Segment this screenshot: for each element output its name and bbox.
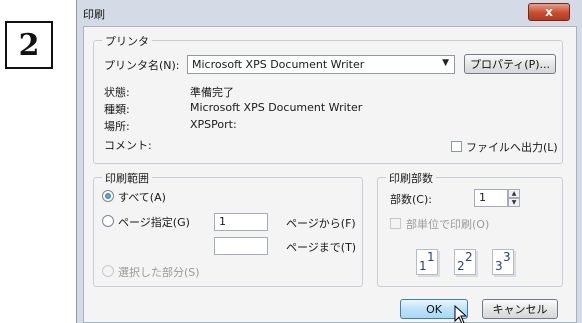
- type-label: 種類:: [104, 103, 130, 116]
- mouse-pointer-icon: [454, 305, 468, 323]
- print-range-group-title: 印刷範囲: [102, 170, 152, 186]
- print-to-file-label[interactable]: ファイルへ出力(L): [466, 139, 558, 155]
- printer-name-label: プリンタ名(N):: [104, 59, 180, 72]
- print-range-group: 印刷範囲 すべて(A) ページ指定(G) 1 ページから(F) ページまで(T)…: [93, 170, 363, 287]
- chevron-down-icon: ▼: [442, 58, 449, 68]
- copies-group-title: 印刷部数: [386, 170, 436, 186]
- status-label: 状態:: [104, 86, 130, 99]
- collate-page-3b: 3: [503, 250, 511, 264]
- copies-group: 印刷部数 部数(C): 1 ▲ ▼ 部単位で印刷(O) 1 1 2 2 3 3: [377, 170, 563, 287]
- printer-group: プリンタ プリンタ名(N): Microsoft XPS Document Wr…: [93, 33, 563, 164]
- collate-page-set-1: 1 1: [416, 249, 438, 275]
- step-number-badge: 2: [5, 21, 53, 69]
- step-number: 2: [18, 27, 40, 63]
- comment-label: コメント:: [104, 139, 152, 152]
- ok-button-label: OK: [426, 302, 442, 316]
- location-value: XPSPort:: [190, 118, 237, 131]
- copies-count-label: 部数(C):: [390, 193, 432, 206]
- range-pages-radio[interactable]: [102, 215, 114, 227]
- collate-label[interactable]: 部単位で印刷(O): [406, 216, 489, 232]
- to-page-suffix: ページまで(T): [286, 241, 357, 254]
- dialog-client-area: プリンタ プリンタ名(N): Microsoft XPS Document Wr…: [83, 26, 577, 323]
- close-icon: x: [545, 5, 553, 19]
- from-page-input[interactable]: 1: [214, 213, 268, 231]
- properties-button[interactable]: プロパティ(P)...: [464, 54, 556, 74]
- range-all-label[interactable]: すべて(A): [118, 189, 166, 205]
- collate-page-3a: 3: [495, 259, 503, 273]
- collate-page-set-2: 2 2: [454, 249, 476, 275]
- range-all-radio[interactable]: [102, 190, 114, 202]
- to-page-input[interactable]: [214, 237, 268, 255]
- range-selection-label[interactable]: 選択した部分(S): [118, 264, 200, 280]
- cancel-button-label: キャンセル: [492, 303, 548, 316]
- spin-up-icon[interactable]: ▲: [508, 189, 520, 198]
- location-label: 場所:: [104, 120, 130, 133]
- status-value: 準備完了: [190, 86, 234, 99]
- properties-button-label: プロパティ(P)...: [469, 58, 551, 71]
- print-to-file-checkbox[interactable]: [451, 141, 462, 152]
- printer-group-title: プリンタ: [102, 33, 152, 49]
- collate-page-1b: 1: [427, 250, 435, 264]
- spin-down-icon[interactable]: ▼: [508, 198, 520, 207]
- cancel-button[interactable]: キャンセル: [482, 299, 558, 319]
- collate-page-1a: 1: [419, 259, 427, 273]
- copies-count-input[interactable]: 1: [474, 189, 508, 207]
- print-dialog: 印刷 x プリンタ プリンタ名(N): Microsoft XPS Docume…: [76, 0, 582, 323]
- printer-name-select[interactable]: Microsoft XPS Document Writer ▼: [187, 55, 455, 74]
- range-pages-label[interactable]: ページ指定(G): [118, 214, 190, 230]
- close-button[interactable]: x: [528, 3, 570, 21]
- collate-page-2b: 2: [465, 250, 473, 264]
- window-title: 印刷: [83, 8, 105, 21]
- collate-checkbox[interactable]: [390, 218, 401, 229]
- collate-page-2a: 2: [457, 259, 465, 273]
- range-selection-radio[interactable]: [102, 265, 114, 277]
- title-bar[interactable]: 印刷 x: [77, 0, 582, 26]
- printer-name-value: Microsoft XPS Document Writer: [192, 58, 365, 71]
- collate-page-set-3: 3 3: [492, 249, 514, 275]
- from-page-suffix: ページから(F): [286, 217, 356, 230]
- type-value: Microsoft XPS Document Writer: [190, 101, 363, 114]
